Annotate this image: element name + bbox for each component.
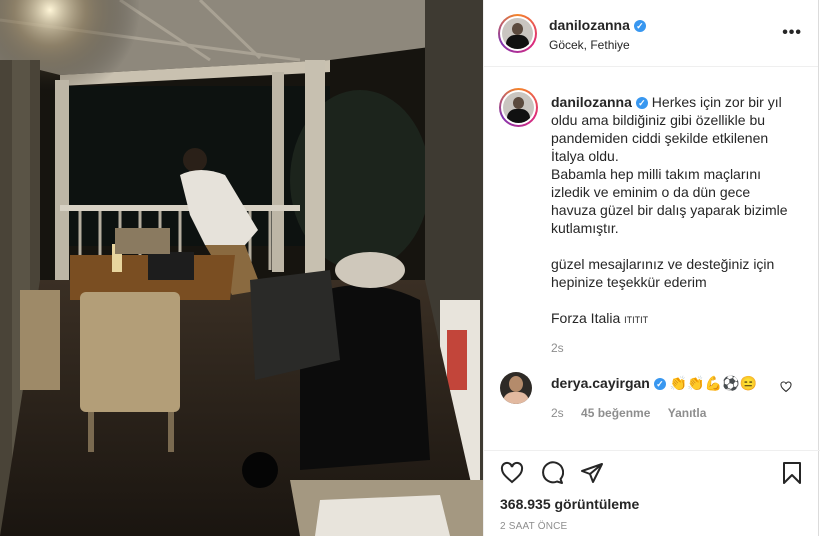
comment-heart-icon[interactable] (780, 381, 792, 393)
header-username[interactable]: danilozanna (549, 17, 630, 33)
comment-meta: 2s 45 beğenme Yanıtla (551, 406, 720, 420)
commenter-avatar[interactable] (500, 372, 532, 404)
location-link[interactable]: Göcek, Fethiye (549, 38, 630, 52)
action-bar: 368.935 görüntüleme 2 SAAT ÖNCE (484, 450, 820, 536)
view-count[interactable]: 368.935 görüntüleme (500, 496, 639, 512)
post-header: danilozanna ✓ Göcek, Fethiye ••• (484, 0, 818, 67)
comment-bubble-icon[interactable] (540, 461, 564, 485)
comment-text: 👏👏💪⚽😑 (669, 375, 757, 391)
more-options-icon[interactable]: ••• (782, 24, 802, 42)
post-side-panel: danilozanna ✓ Göcek, Fethiye ••• daniloza… (483, 0, 820, 536)
caption-body: danilozanna ✓ Herkes için zor bir yıl old… (551, 93, 796, 357)
caption-time[interactable]: 2s (551, 339, 796, 357)
comment-username[interactable]: derya.cayirgan (551, 375, 650, 391)
bookmark-icon[interactable] (780, 461, 804, 485)
caption-text-second: Babamla hep milli takım maçlarını izledi… (551, 166, 792, 236)
author-avatar[interactable] (498, 14, 537, 53)
caption-text-third: güzel mesajlarınız ve desteğiniz için he… (551, 256, 779, 290)
comment-time[interactable]: 2s (551, 406, 564, 420)
caption-avatar[interactable] (499, 88, 538, 127)
verified-badge-icon: ✓ (653, 378, 666, 390)
caption-username[interactable]: danilozanna (551, 94, 632, 110)
post-video[interactable] (0, 0, 483, 536)
comment-text-row: derya.cayirgan ✓ 👏👏💪⚽😑 (551, 375, 757, 392)
verified-badge-icon: ✓ (635, 97, 648, 109)
verified-badge-icon: ✓ (633, 20, 646, 32)
paper-plane-icon[interactable] (580, 461, 604, 485)
post-timestamp[interactable]: 2 SAAT ÖNCE (500, 521, 567, 532)
caption-flags: ITITIT (624, 315, 649, 325)
caption-text-fourth: Forza Italia (551, 310, 621, 326)
header-username-row: danilozanna ✓ (549, 17, 646, 33)
heart-icon[interactable] (500, 461, 524, 485)
video-frame (0, 0, 483, 536)
comment-reply-button[interactable]: Yanıtla (668, 406, 707, 420)
comment-likes[interactable]: 45 beğenme (581, 406, 650, 420)
